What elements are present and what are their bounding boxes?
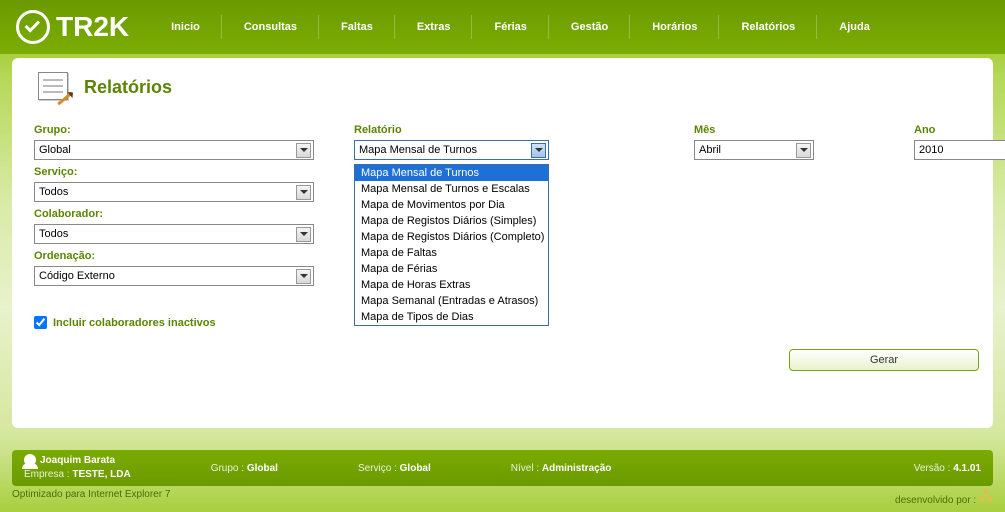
brand-text: TR2K <box>56 11 129 43</box>
relatorio-label: Relatório <box>354 124 654 136</box>
ordenacao-label: Ordenação: <box>34 250 314 262</box>
nav-inicio[interactable]: Inicio <box>149 0 222 54</box>
nav-gestao[interactable]: Gestão <box>549 0 630 54</box>
inactivos-checkbox[interactable]: Incluir colaboradores inactivos <box>34 316 314 329</box>
radiation-icon <box>979 489 993 503</box>
servico-label: Serviço: <box>34 166 314 178</box>
relatorio-option[interactable]: Mapa de Movimentos por Dia <box>355 197 548 213</box>
nav-horarios[interactable]: Horários <box>630 0 719 54</box>
relatorio-option[interactable]: Mapa Mensal de Turnos e Escalas <box>355 181 548 197</box>
chevron-down-icon <box>296 185 311 200</box>
status-user: Joaquim Barata <box>40 455 115 466</box>
brand-logo: TR2K <box>0 10 149 44</box>
colaborador-select[interactable]: Todos <box>34 224 314 244</box>
relatorio-option[interactable]: Mapa de Horas Extras <box>355 277 548 293</box>
chevron-down-icon <box>296 143 311 158</box>
relatorio-option[interactable]: Mapa de Tipos de Dias <box>355 309 548 325</box>
relatorio-option[interactable]: Mapa Mensal de Turnos <box>355 165 548 181</box>
user-icon <box>24 454 36 466</box>
relatorio-option[interactable]: Mapa de Registos Diários (Simples) <box>355 213 548 229</box>
relatorio-dropdown[interactable]: Mapa Mensal de Turnos Mapa Mensal de Tur… <box>354 164 549 326</box>
relatorio-select[interactable]: Mapa Mensal de Turnos <box>354 140 549 160</box>
relatorio-option[interactable]: Mapa de Registos Diários (Completo) <box>355 229 548 245</box>
clock-check-icon <box>16 10 50 44</box>
mes-select[interactable]: Abril <box>694 140 814 160</box>
nav-consultas[interactable]: Consultas <box>222 0 319 54</box>
ano-label: Ano <box>914 124 1005 136</box>
colaborador-label: Colaborador: <box>34 208 314 220</box>
chevron-down-icon <box>296 269 311 284</box>
page-title: Relatórios <box>34 70 971 104</box>
chevron-down-icon <box>531 143 546 158</box>
chevron-down-icon <box>296 227 311 242</box>
main-panel: Relatórios Grupo: Global Serviço: Todos … <box>12 58 993 428</box>
nav-extras[interactable]: Extras <box>395 0 473 54</box>
footer-left: Optimizado para Internet Explorer 7 <box>12 489 170 506</box>
grupo-label: Grupo: <box>34 124 314 136</box>
status-bar: Joaquim Barata Empresa : TESTE, LDA Grup… <box>12 450 993 486</box>
nav-faltas[interactable]: Faltas <box>319 0 395 54</box>
nav-relatorios[interactable]: Relatórios <box>719 0 817 54</box>
servico-select[interactable]: Todos <box>34 182 314 202</box>
inactivos-input[interactable] <box>34 316 47 329</box>
ordenacao-select[interactable]: Código Externo <box>34 266 314 286</box>
nav-ferias[interactable]: Férias <box>472 0 548 54</box>
ano-select[interactable]: 2010 <box>914 140 1005 160</box>
footer: Optimizado para Internet Explorer 7 dese… <box>12 489 993 506</box>
report-icon <box>34 70 74 104</box>
chevron-down-icon <box>796 143 811 158</box>
gerar-button[interactable]: Gerar <box>789 349 979 371</box>
footer-right: desenvolvido por : <box>895 489 993 506</box>
main-nav: Inicio Consultas Faltas Extras Férias Ge… <box>149 0 1005 54</box>
relatorio-option[interactable]: Mapa Semanal (Entradas e Atrasos) <box>355 293 548 309</box>
grupo-select[interactable]: Global <box>34 140 314 160</box>
mes-label: Mês <box>694 124 874 136</box>
relatorio-option[interactable]: Mapa de Faltas <box>355 245 548 261</box>
relatorio-option[interactable]: Mapa de Férias <box>355 261 548 277</box>
nav-ajuda[interactable]: Ajuda <box>817 0 892 54</box>
